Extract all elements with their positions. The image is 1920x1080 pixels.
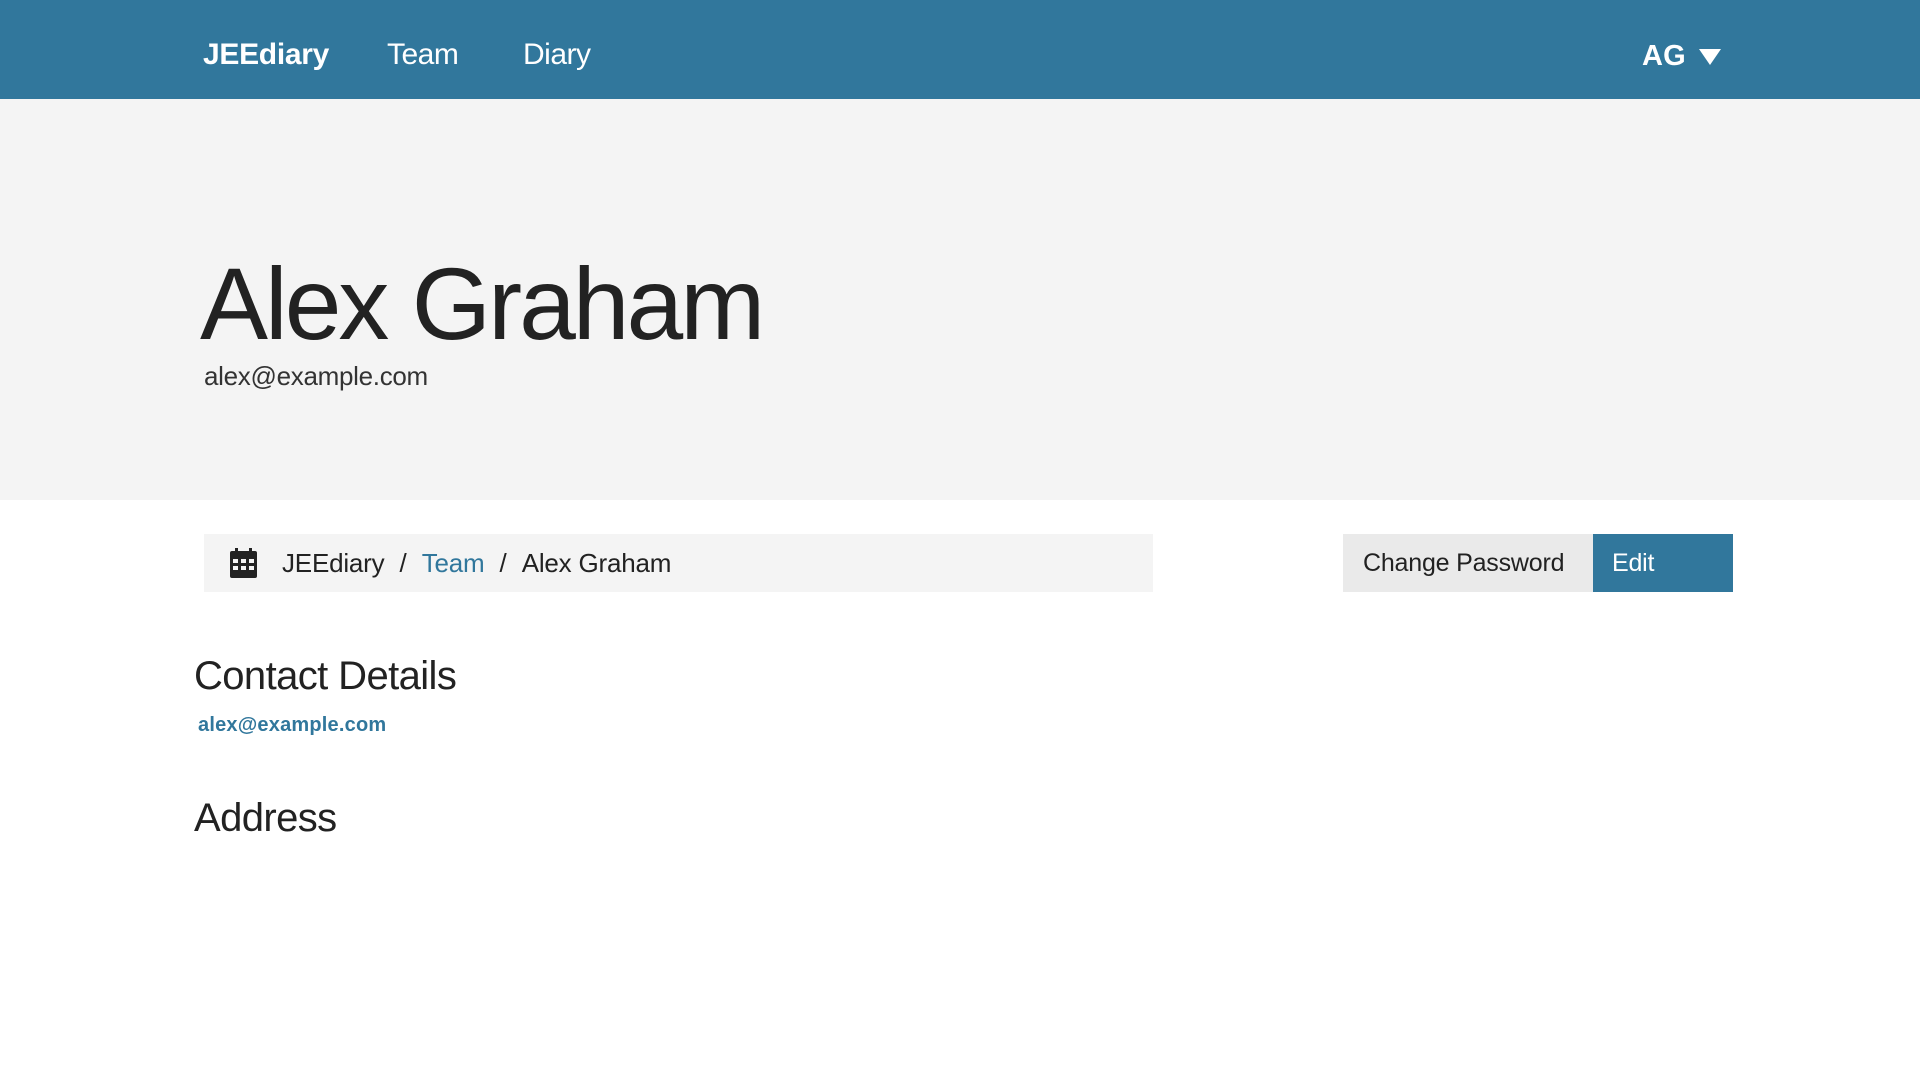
top-navbar: JEEdiary Team Diary AG (0, 0, 1920, 99)
caret-down-icon (1698, 49, 1721, 65)
nav-link-diary[interactable]: Diary (523, 38, 591, 72)
breadcrumb-item-home: JEEdiary (282, 547, 385, 578)
nav-link-team[interactable]: Team (387, 38, 459, 72)
breadcrumb: JEEdiary / Team / Alex Graham (204, 534, 1153, 592)
breadcrumb-item-team[interactable]: Team (422, 548, 485, 579)
user-initials: AG (1642, 39, 1686, 72)
address-heading: Address (194, 796, 337, 840)
contact-email-link[interactable]: alex@example.com (198, 714, 386, 737)
breadcrumb-separator: / (499, 547, 507, 578)
breadcrumb-separator: / (399, 547, 407, 578)
breadcrumb-item-current: Alex Graham (521, 547, 672, 578)
profile-email: alex@example.com (204, 361, 428, 391)
profile-hero: Alex Graham alex@example.com (0, 99, 1920, 500)
brand-link[interactable]: JEEdiary (203, 38, 329, 72)
profile-name: Alex Graham (200, 247, 765, 361)
edit-button[interactable]: Edit (1593, 534, 1733, 592)
calendar-icon (230, 548, 257, 578)
change-password-button[interactable]: Change Password (1343, 534, 1593, 592)
user-menu-toggle[interactable]: AG (1642, 38, 1721, 74)
contact-details-heading: Contact Details (194, 654, 457, 698)
